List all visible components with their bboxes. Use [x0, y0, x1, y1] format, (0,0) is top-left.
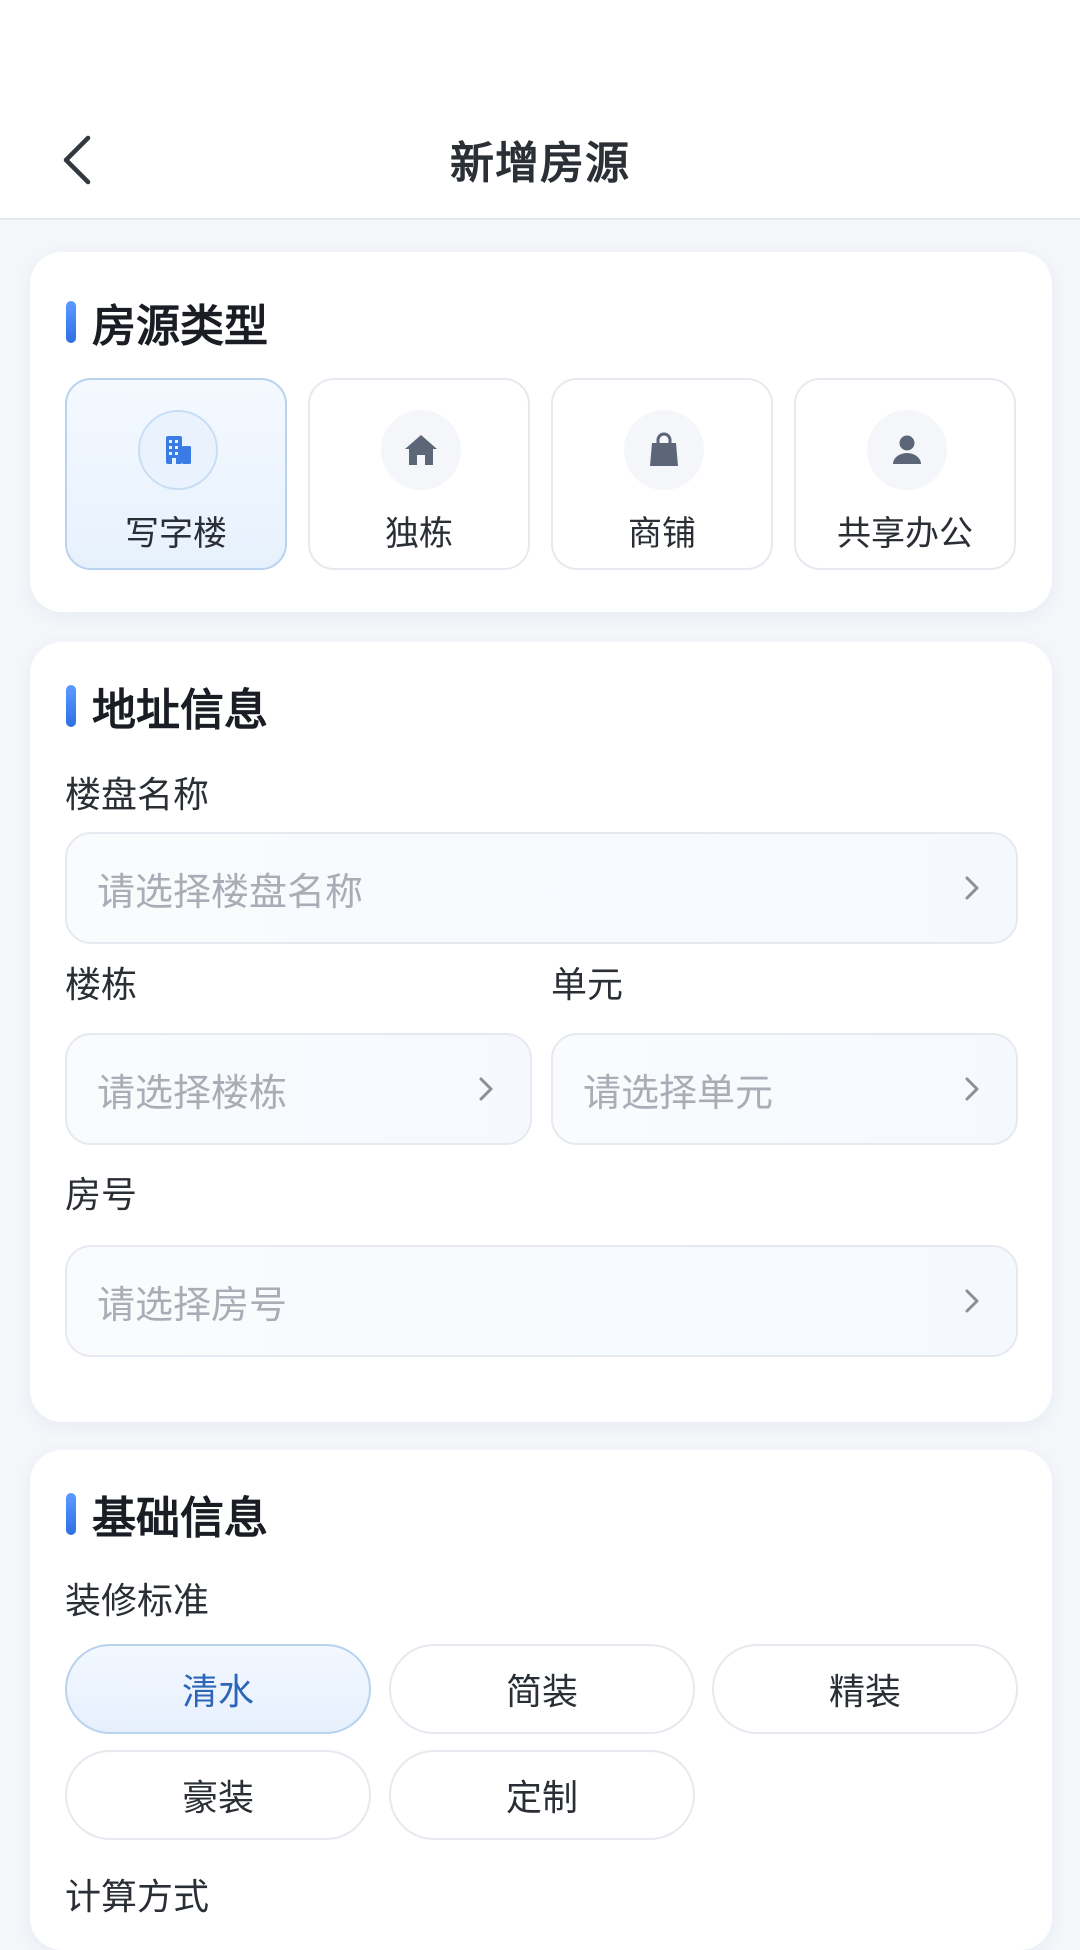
type-option-shop[interactable]: 商铺 [551, 378, 773, 570]
chevron-right-icon [470, 1073, 502, 1105]
section-title: 房源类型 [66, 292, 268, 352]
type-option-villa[interactable]: 独栋 [308, 378, 530, 570]
block-select[interactable]: 请选择楼栋 [65, 1033, 532, 1145]
decoration-option[interactable]: 定制 [389, 1750, 695, 1840]
decoration-option[interactable]: 清水 [65, 1644, 371, 1734]
building-name-select[interactable]: 请选择楼盘名称 [65, 832, 1018, 944]
chevron-right-icon [956, 1285, 988, 1317]
section-title-text: 基础信息 [92, 1493, 268, 1544]
block-placeholder: 请选择楼栋 [97, 1070, 288, 1115]
decoration-option[interactable]: 简装 [389, 1644, 695, 1734]
unit-select[interactable]: 请选择单元 [551, 1033, 1018, 1145]
decoration-option[interactable]: 豪装 [65, 1750, 371, 1840]
block-label: 楼栋 [65, 965, 138, 1006]
page-title: 新增房源 [450, 138, 630, 189]
type-option-label: 商铺 [628, 514, 696, 554]
room-select[interactable]: 请选择房号 [65, 1245, 1018, 1357]
section-title: 基础信息 [66, 1484, 268, 1544]
building-name-label: 楼盘名称 [65, 775, 210, 816]
building-name-placeholder: 请选择楼盘名称 [97, 869, 364, 914]
person-icon [867, 410, 947, 490]
office-building-icon [138, 410, 218, 490]
section-accent-bar [66, 301, 76, 343]
unit-label: 单元 [551, 965, 624, 1006]
nav-bar: 新增房源 [0, 100, 1080, 220]
type-option-label: 写字楼 [125, 514, 227, 554]
room-placeholder: 请选择房号 [97, 1282, 288, 1327]
house-icon [381, 410, 461, 490]
room-label: 房号 [65, 1175, 138, 1216]
chevron-right-icon [956, 872, 988, 904]
shopping-bag-icon [624, 410, 704, 490]
type-option-coworking[interactable]: 共享办公 [794, 378, 1016, 570]
section-title-text: 地址信息 [92, 685, 268, 736]
section-accent-bar [66, 685, 76, 727]
decoration-label: 装修标准 [65, 1581, 210, 1622]
decoration-option[interactable]: 精装 [712, 1644, 1018, 1734]
section-accent-bar [66, 1493, 76, 1535]
unit-placeholder: 请选择单元 [583, 1070, 774, 1115]
chevron-right-icon [956, 1073, 988, 1105]
section-title: 地址信息 [66, 676, 268, 736]
type-option-office[interactable]: 写字楼 [65, 378, 287, 570]
status-bar [0, 0, 1080, 100]
section-title-text: 房源类型 [92, 301, 268, 352]
type-option-label: 独栋 [385, 514, 453, 554]
calc-method-label: 计算方式 [65, 1877, 210, 1918]
type-option-label: 共享办公 [837, 514, 973, 554]
